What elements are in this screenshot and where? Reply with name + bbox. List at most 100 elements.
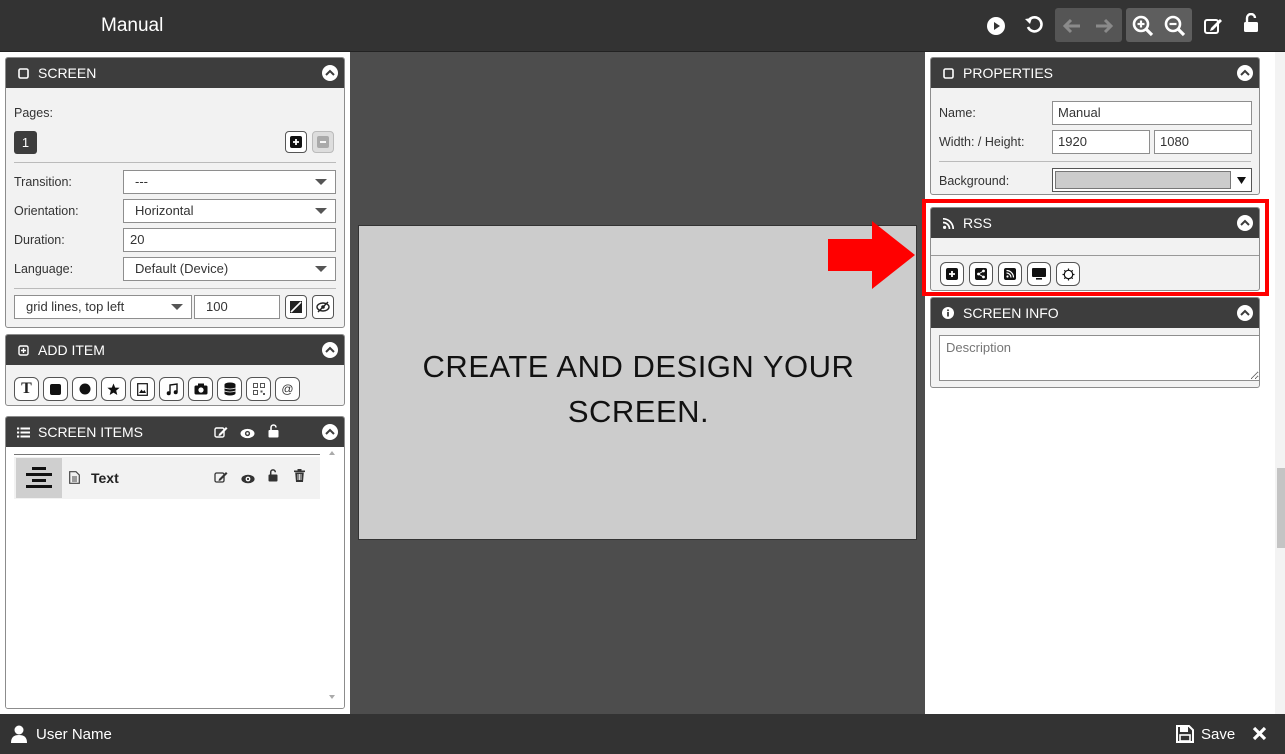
add-item-panel: ADD ITEM T @ (5, 334, 345, 406)
play-icon[interactable] (983, 13, 1009, 39)
scrollbar-thumb[interactable] (1277, 468, 1285, 548)
close-icon[interactable] (1252, 726, 1267, 744)
star-icon[interactable] (101, 377, 126, 401)
screen-info-panel: SCREEN INFO (930, 297, 1260, 388)
grid-size-input[interactable]: 100 (194, 295, 280, 319)
language-label: Language: (14, 262, 74, 276)
align-center-icon (26, 467, 52, 488)
language-select[interactable]: Default (Device) (123, 257, 336, 281)
add-item-panel-header[interactable]: ADD ITEM (6, 335, 344, 365)
square-outline-icon (16, 66, 30, 80)
canvas-line-1: CREATE AND DESIGN YOUR (422, 349, 855, 384)
background-color-picker[interactable] (1052, 168, 1252, 192)
name-label: Name: (939, 106, 976, 120)
bottom-bar: User Name Save (0, 714, 1285, 754)
right-sidebar: PROPERTIES Name: Manual Width: / Height:… (925, 52, 1285, 714)
save-button[interactable]: Save (1201, 726, 1235, 743)
database-icon[interactable] (217, 377, 242, 401)
list-item[interactable]: Text (14, 457, 320, 499)
transition-select[interactable]: --- (123, 170, 336, 194)
unlock-all-icon[interactable] (268, 424, 279, 441)
screen-panel: SCREEN Pages: 1 Transition: --- Orientat… (5, 57, 345, 328)
item-thumbnail (16, 458, 62, 498)
unlock-icon[interactable] (1238, 10, 1264, 36)
arrow-right-annotation (828, 221, 915, 289)
snap-grid-button[interactable] (285, 295, 307, 319)
screen-info-panel-title: SCREEN INFO (963, 305, 1059, 321)
description-textarea[interactable] (939, 335, 1259, 381)
canvas-placeholder: CREATE AND DESIGN YOUR SCREEN. (359, 344, 918, 434)
chevron-up-icon[interactable] (322, 342, 338, 358)
page-scrollbar[interactable] (1275, 52, 1285, 714)
orientation-label: Orientation: (14, 204, 79, 218)
add-item-toolbar: T @ (14, 377, 300, 401)
height-input[interactable]: 1080 (1154, 130, 1252, 154)
music-icon[interactable] (159, 377, 184, 401)
plus-square-icon (16, 343, 30, 357)
size-label: Width: / Height: (939, 135, 1025, 149)
edit-icon[interactable] (1200, 13, 1226, 39)
properties-panel-header[interactable]: PROPERTIES (931, 58, 1259, 88)
eye-slash-icon[interactable] (312, 295, 334, 319)
chevron-up-icon[interactable] (1237, 65, 1253, 81)
caret-down-icon (1237, 177, 1246, 184)
camera-icon[interactable] (188, 377, 213, 401)
remove-page-button[interactable] (312, 131, 334, 153)
list-item-label: Text (91, 470, 119, 486)
image-icon[interactable] (130, 377, 155, 401)
screen-info-panel-header[interactable]: SCREEN INFO (931, 298, 1259, 328)
edit-all-icon[interactable] (214, 425, 228, 442)
text-icon[interactable]: T (14, 377, 39, 401)
screen-items-panel-header[interactable]: SCREEN ITEMS (6, 417, 344, 447)
divider (14, 162, 336, 163)
arrow-right-icon[interactable] (1091, 13, 1117, 39)
pages-label: Pages: (14, 106, 53, 120)
left-sidebar: SCREEN Pages: 1 Transition: --- Orientat… (0, 52, 350, 714)
properties-panel: PROPERTIES Name: Manual Width: / Height:… (930, 57, 1260, 195)
top-bar: Manual (0, 0, 1285, 52)
chevron-up-icon[interactable] (1237, 305, 1253, 321)
width-input[interactable]: 1920 (1052, 130, 1150, 154)
background-label: Background: (939, 174, 1010, 188)
screen-items-panel-title: SCREEN ITEMS (38, 424, 144, 440)
save-icon[interactable] (1176, 725, 1194, 746)
square-icon[interactable] (43, 377, 68, 401)
orientation-select[interactable]: Horizontal (123, 199, 336, 223)
eye-icon[interactable] (241, 472, 255, 487)
file-text-icon (69, 471, 80, 487)
eye-icon[interactable] (240, 426, 255, 442)
undo-icon[interactable] (1021, 13, 1047, 39)
zoom-in-icon[interactable] (1130, 13, 1156, 39)
divider (14, 454, 320, 455)
chevron-up-icon[interactable] (322, 424, 338, 440)
screen-panel-header[interactable]: SCREEN (6, 58, 344, 88)
screen-items-panel: SCREEN ITEMS Text (5, 416, 345, 709)
divider (14, 288, 336, 289)
info-icon (941, 306, 955, 320)
page-tab-1[interactable]: 1 (14, 131, 37, 154)
screen-items-list: Text (6, 447, 344, 708)
add-item-panel-title: ADD ITEM (38, 342, 105, 358)
grid-select[interactable]: grid lines, top left (14, 295, 192, 319)
name-input[interactable]: Manual (1052, 101, 1252, 125)
edit-item-icon[interactable] (214, 470, 228, 487)
qrcode-icon[interactable] (246, 377, 271, 401)
unlock-icon[interactable] (268, 469, 278, 485)
chevron-up-icon[interactable] (322, 65, 338, 81)
arrow-left-icon[interactable] (1059, 13, 1085, 39)
at-icon[interactable]: @ (275, 377, 300, 401)
scrollbar[interactable] (328, 449, 336, 704)
duration-input[interactable]: 20 (123, 228, 336, 252)
canvas-line-2: SCREEN. (567, 394, 710, 429)
square-outline-icon (941, 66, 955, 80)
circle-icon[interactable] (72, 377, 97, 401)
zoom-out-icon[interactable] (1162, 13, 1188, 39)
user-name[interactable]: User Name (36, 726, 112, 743)
divider (939, 161, 1251, 162)
trash-icon[interactable] (294, 469, 305, 485)
list-icon (16, 425, 30, 439)
add-page-button[interactable] (285, 131, 307, 153)
highlight-box (922, 199, 1269, 296)
color-swatch (1055, 171, 1231, 189)
properties-panel-title: PROPERTIES (963, 65, 1053, 81)
